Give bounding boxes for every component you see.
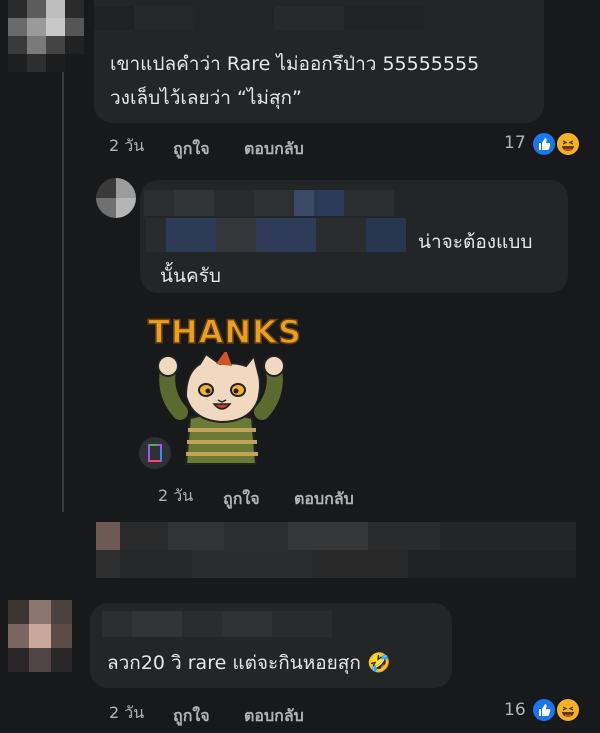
comment-timestamp[interactable]: 2 วัน [109,701,144,726]
avatar[interactable] [8,0,84,72]
like-icon[interactable] [531,131,557,157]
redacted-reply-preview [96,522,576,578]
redacted-mention [146,218,406,252]
reply-timestamp[interactable]: 2 วัน [158,484,193,509]
like-icon[interactable] [531,697,557,723]
redacted-author-name [102,611,332,637]
avatar[interactable] [8,600,72,672]
reaction-count[interactable]: 16 [504,700,526,720]
haha-icon[interactable] [555,131,581,157]
reply-button[interactable]: ตอบกลับ [244,137,304,162]
reply-text-line: น่าจะต้องแบบ [418,231,533,253]
like-button[interactable]: ถูกใจ [173,137,210,162]
comment-text-line: ลวก20 วิ rare แต่จะกินหอยสุก 🤣 [107,652,391,674]
avatar[interactable] [96,178,136,218]
comment-text-line: เขาแปลคำว่า Rare ไม่ออกรึป่าว 55555555 [110,53,480,75]
redacted-author-name [144,190,394,216]
thanks-cat-sticker[interactable] [150,352,300,467]
thread-line [62,72,64,512]
gif-icon[interactable] [139,437,171,469]
reply-text-line: นั้นครับ [160,265,221,287]
reply-button[interactable]: ตอบกลับ [244,704,304,729]
like-button[interactable]: ถูกใจ [173,704,210,729]
reply-button[interactable]: ตอบกลับ [294,487,354,512]
reaction-count[interactable]: 17 [504,133,526,153]
sticker-text: THANKS [147,312,302,352]
like-button[interactable]: ถูกใจ [223,487,260,512]
comment-text-line: วงเล็บไว้เลยว่า “ไม่สุก” [110,87,302,109]
haha-icon[interactable] [555,697,581,723]
comment-timestamp[interactable]: 2 วัน [109,134,144,159]
redacted-author-name [94,6,424,30]
